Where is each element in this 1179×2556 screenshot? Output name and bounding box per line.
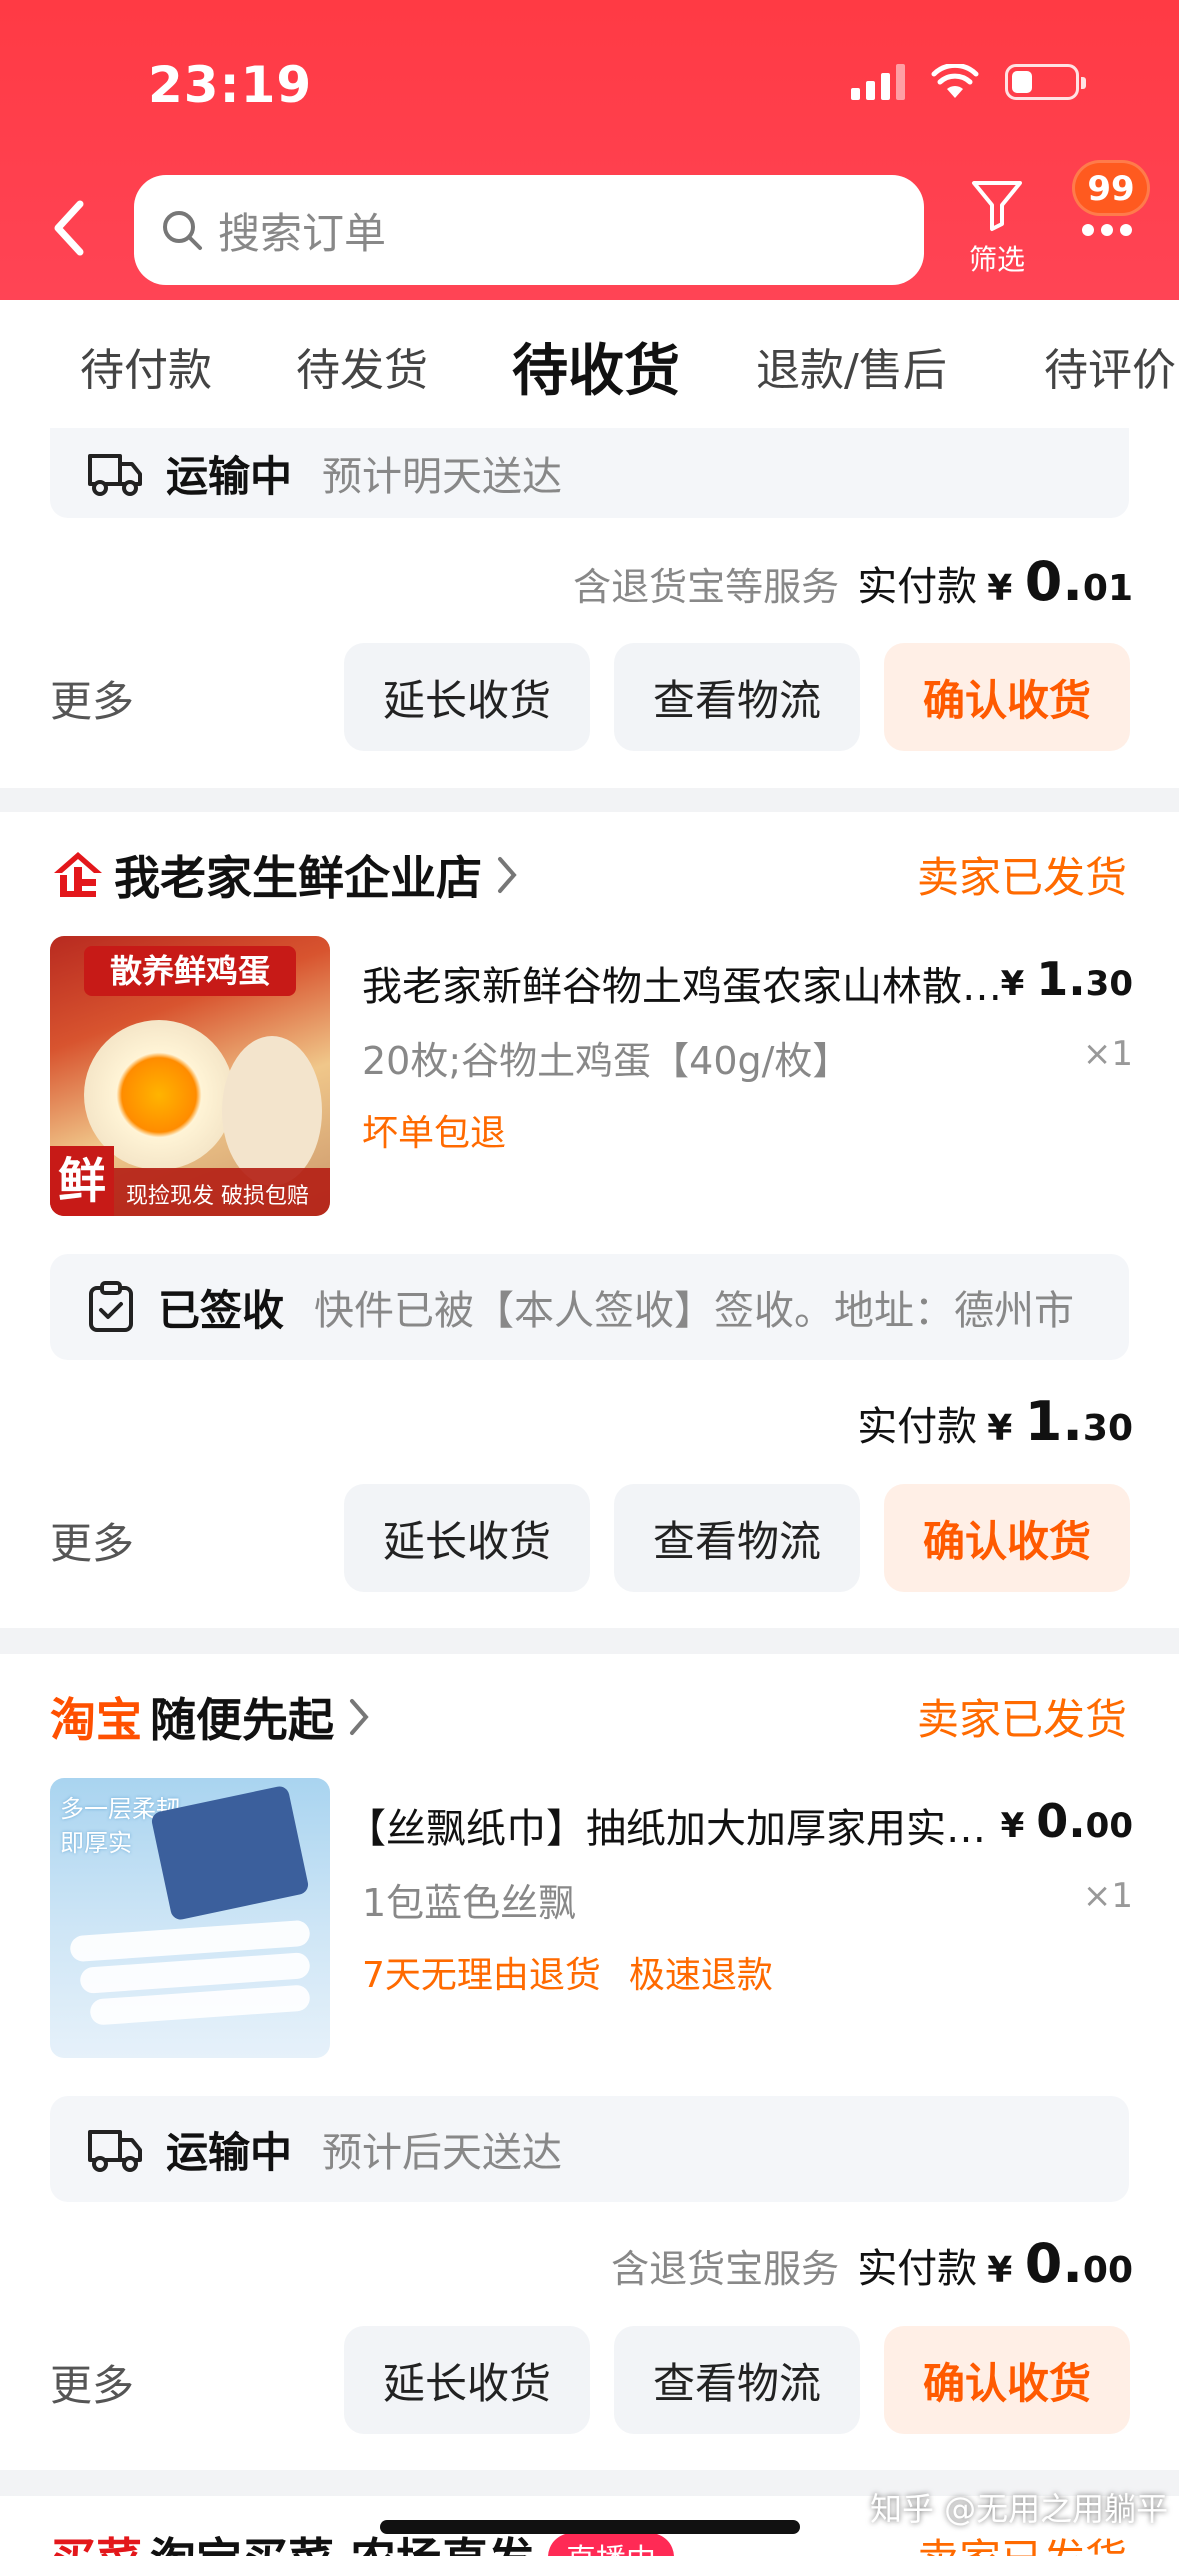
chevron-right-icon [498,857,517,893]
product-price: ¥ 0.00 [1000,1794,1133,1848]
truck-icon [88,2130,142,2172]
tab-pending-shipment[interactable]: 待发货 [296,334,428,398]
product-tag: 坏单包退 [362,1113,507,1154]
paid-amount: 含退货宝服务 实付款 ¥ 0.00 [611,2232,1133,2295]
confirm-receipt-button[interactable]: 确认收货 [884,2326,1130,2434]
logistics-bar[interactable]: 运输中 预计明天送达 [50,428,1129,518]
service-note: 含退货宝等服务 [573,565,840,609]
paid-value: ¥ 1.30 [987,1390,1133,1453]
filter-label: 筛选 [968,243,1025,276]
product-title[interactable]: 【丝飘纸巾】抽纸加大加厚家用实惠装 [346,1796,986,1854]
logistics-bar[interactable]: 运输中 预计后天送达 [50,2096,1129,2202]
cellular-signal-icon [851,64,905,100]
shop-header[interactable]: 我老家生鲜企业店 [50,842,518,908]
order-status-tabs: 待付款 待发货 待收货 退款/售后 待评价 [0,300,1179,428]
product-image[interactable]: 散养鲜鸡蛋 鲜 现捡现发 破损包赔 [50,936,330,1216]
tab-pending-payment[interactable]: 待付款 [80,334,212,398]
product-quantity: ×1 [1082,1034,1133,1074]
product-tag: 7天无理由退货 [362,1955,601,1996]
view-logistics-button[interactable]: 查看物流 [614,1484,860,1592]
status-time: 23:19 [148,56,313,114]
order-card: 运输中 预计明天送达 含退货宝等服务 实付款 ¥ 0.01 更多 延长收货 查看… [0,428,1179,788]
confirm-receipt-button[interactable]: 确认收货 [884,643,1130,751]
product-price: ¥ 1.30 [1000,952,1133,1006]
chevron-right-icon [350,1699,369,1735]
wifi-icon [931,64,979,98]
back-button[interactable] [44,196,94,260]
taobao-badge: 淘宝 [50,1693,142,1747]
logistics-status: 运输中 [166,2127,293,2177]
shipment-status: 卖家已发货 [916,853,1127,902]
shop-name: 我老家生鲜企业店 [114,851,482,905]
product-image-banner: 散养鲜鸡蛋 [84,946,296,996]
paid-value: ¥ 0.01 [987,550,1133,613]
tab-pending-review[interactable]: 待评价 [1044,334,1176,398]
more-actions-link[interactable]: 更多 [50,668,134,729]
paid-label: 实付款 [857,1404,978,1450]
product-tag: 极速退款 [628,1955,773,1996]
search-input[interactable]: 搜索订单 [134,175,924,285]
app-header: 23:19 搜索订单 筛选 99 [0,0,1179,300]
message-count-badge: 99 [1072,160,1150,216]
live-badge: 直播中 [548,2533,675,2556]
paid-value: ¥ 0.00 [987,2232,1133,2295]
battery-icon [1005,64,1086,100]
shipment-status: 卖家已发货 [917,2526,1127,2556]
logistics-desc: 预计明天送达 [322,454,563,500]
status-icons [851,64,1086,100]
extend-receipt-button[interactable]: 延长收货 [344,2326,590,2434]
filter-button[interactable]: 筛选 [960,178,1034,278]
shop-header[interactable]: 淘宝 随便先起 [50,1684,370,1750]
tab-pending-receipt[interactable]: 待收货 [512,326,680,407]
order-card: 我老家生鲜企业店 卖家已发货 散养鲜鸡蛋 鲜 现捡现发 破损包赔 我老家新鲜谷物… [0,812,1179,1628]
logistics-desc: 快件已被【本人签收】签收。地址：德州市 [314,1288,1075,1334]
extend-receipt-button[interactable]: 延长收货 [344,1484,590,1592]
product-quantity: ×1 [1082,1876,1133,1916]
truck-icon [88,454,142,496]
enterprise-badge-icon [54,852,102,897]
maicai-badge: 买菜 [50,2524,142,2556]
search-placeholder: 搜索订单 [218,208,387,258]
paid-label: 实付款 [857,564,978,610]
shipment-status: 卖家已发货 [916,1695,1127,1744]
view-logistics-button[interactable]: 查看物流 [614,2326,860,2434]
logistics-bar[interactable]: 已签收 快件已被【本人签收】签收。地址：德州市 [50,1254,1129,1360]
product-title[interactable]: 我老家新鲜谷物土鸡蛋农家山林散养鸡蛋 [362,954,1022,1012]
logistics-desc: 预计后天送达 [322,2130,563,2176]
clipboard-check-icon [89,1281,133,1332]
search-icon [163,211,202,250]
chevron-left-icon [54,200,84,256]
paid-amount: 实付款 ¥ 1.30 [857,1390,1133,1453]
paid-label: 实付款 [857,2246,978,2292]
shop-name: 随便先起 [150,1693,334,1747]
confirm-receipt-button[interactable]: 确认收货 [884,1484,1130,1592]
home-indicator[interactable] [380,2520,800,2534]
product-image-caption: 现捡现发 破损包赔 [126,1184,309,1209]
watermark: 知乎 @无用之用躺平 [870,2490,1169,2528]
tab-refund-aftersale[interactable]: 退款/售后 [756,334,947,398]
product-image-corner: 鲜 [50,1146,114,1216]
product-sku: 20枚;谷物土鸡蛋【40g/枚】 [362,1039,851,1083]
logistics-status: 已签收 [158,1285,285,1335]
view-logistics-button[interactable]: 查看物流 [614,643,860,751]
service-note: 含退货宝服务 [611,2247,840,2291]
product-sku: 1包蓝色丝飘 [362,1881,577,1925]
product-tags: 坏单包退 [362,1104,506,1156]
filter-icon [972,181,1022,231]
more-actions-link[interactable]: 更多 [50,2352,134,2413]
order-card: 淘宝 随便先起 卖家已发货 多一层柔韧 即厚实 【丝飘纸巾】抽纸加大加厚家用实惠… [0,1654,1179,2470]
logistics-status: 运输中 [166,451,293,501]
more-actions-link[interactable]: 更多 [50,1510,134,1571]
paid-amount: 含退货宝等服务 实付款 ¥ 0.01 [573,550,1133,613]
extend-receipt-button[interactable]: 延长收货 [344,643,590,751]
product-tags: 7天无理由退货 极速退款 [362,1946,773,1998]
product-image[interactable]: 多一层柔韧 即厚实 [50,1778,330,2058]
